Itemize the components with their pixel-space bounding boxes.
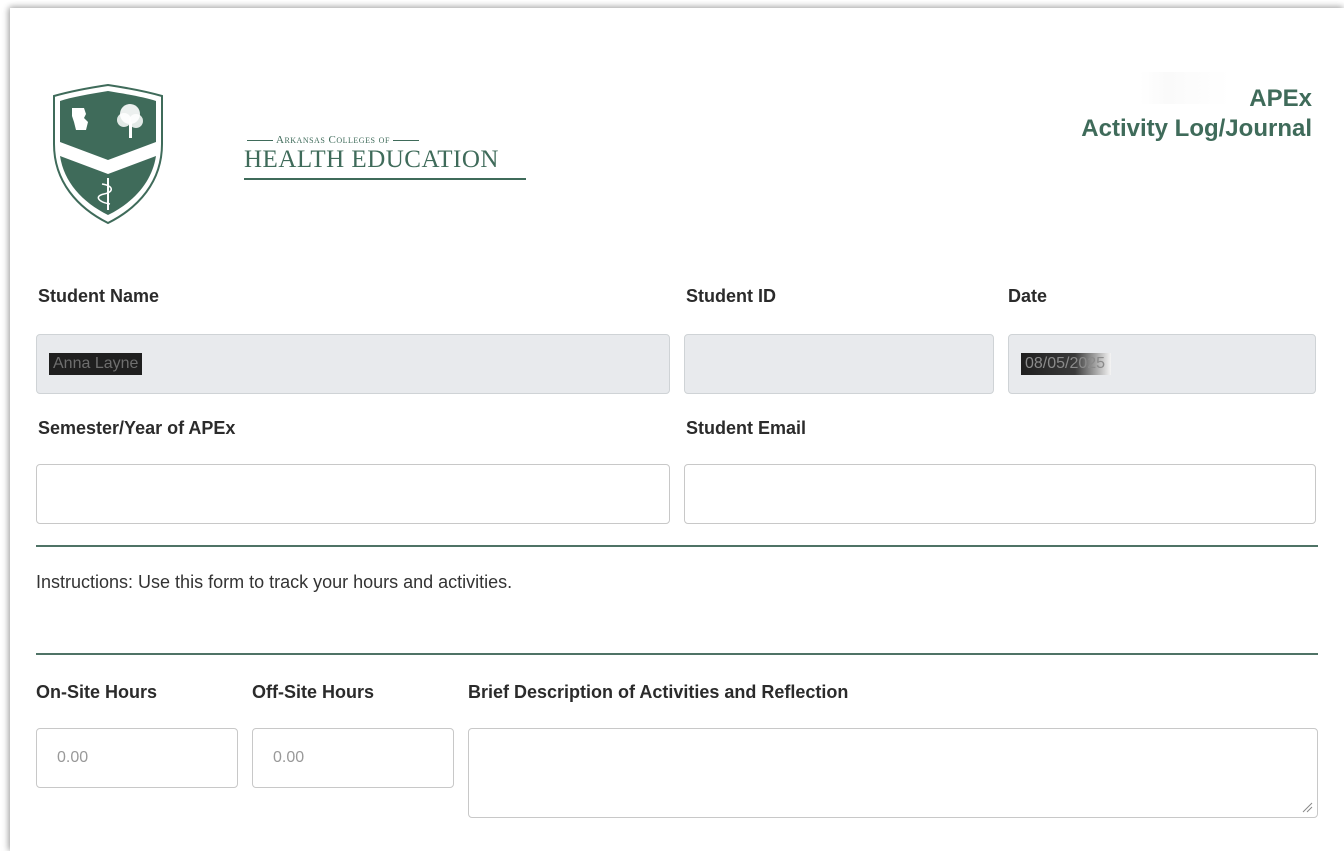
instructions-text: Instructions: Use this form to track you… bbox=[36, 572, 513, 592]
student-name-field[interactable]: Anna Layne bbox=[36, 334, 670, 394]
college-logo: Arkansas Colleges of HEALTH EDUCATION bbox=[48, 82, 526, 227]
logo-name: HEALTH EDUCATION bbox=[244, 146, 499, 173]
logo-underline bbox=[244, 178, 526, 180]
description-textarea[interactable] bbox=[468, 728, 1318, 818]
student-email-label: Student Email bbox=[686, 418, 807, 438]
logo-tagline: Arkansas Colleges of bbox=[244, 134, 422, 146]
onsite-hours-placeholder: 0.00 bbox=[57, 749, 89, 766]
student-id-field[interactable] bbox=[684, 334, 994, 394]
section-divider bbox=[36, 545, 1318, 547]
date-label: Date bbox=[1008, 286, 1048, 306]
title-line-1: APEx bbox=[1249, 85, 1312, 112]
section-divider bbox=[36, 653, 1318, 655]
student-name-value: Anna Layne bbox=[49, 353, 143, 375]
date-field[interactable]: 08/05/2025 bbox=[1008, 334, 1316, 394]
onsite-hours-input[interactable]: 0.00 bbox=[36, 728, 238, 788]
semester-label: Semester/Year of APEx bbox=[38, 418, 236, 438]
offsite-hours-input[interactable]: 0.00 bbox=[252, 728, 454, 788]
offsite-hours-placeholder: 0.00 bbox=[273, 749, 305, 766]
description-label: Brief Description of Activities and Refl… bbox=[468, 682, 849, 702]
form-title: APEx Activity Log/Journal bbox=[1081, 84, 1312, 144]
offsite-hours-label: Off-Site Hours bbox=[252, 682, 375, 702]
title-line-2: Activity Log/Journal bbox=[1081, 115, 1312, 142]
date-value: 08/05/2025 bbox=[1021, 353, 1112, 375]
resize-grip-icon[interactable] bbox=[1301, 801, 1313, 813]
shield-logo-icon bbox=[53, 83, 163, 225]
student-email-input[interactable] bbox=[684, 464, 1316, 524]
onsite-hours-label: On-Site Hours bbox=[36, 682, 158, 702]
semester-input[interactable] bbox=[36, 464, 670, 524]
student-id-label: Student ID bbox=[686, 286, 776, 306]
student-name-label: Student Name bbox=[38, 286, 160, 306]
